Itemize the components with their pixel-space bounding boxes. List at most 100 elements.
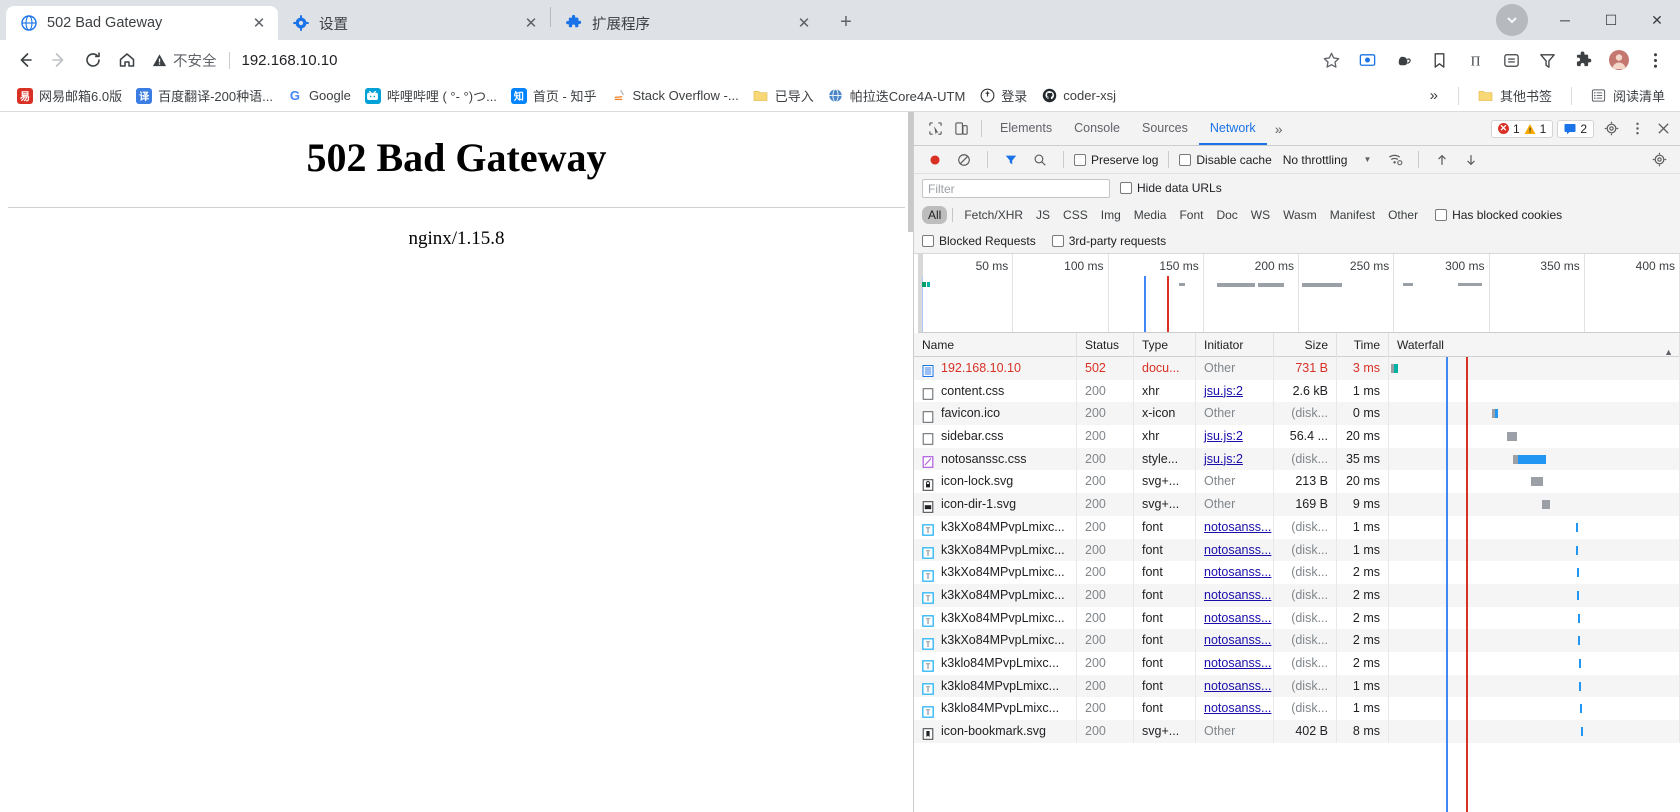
cell-name[interactable]: icon-lock.svg bbox=[914, 470, 1077, 494]
more-tabs-button[interactable]: » bbox=[1267, 121, 1291, 137]
close-devtools-icon[interactable] bbox=[1650, 116, 1676, 142]
cell-name[interactable]: Tk3kXo84MPvpLmixc... bbox=[914, 583, 1077, 607]
forward-button[interactable] bbox=[42, 43, 76, 77]
tab-network[interactable]: Network bbox=[1198, 112, 1267, 145]
network-settings-icon[interactable] bbox=[1646, 147, 1672, 173]
initiator-link[interactable]: notosanss... bbox=[1204, 543, 1271, 557]
cell-name[interactable]: sidebar.css bbox=[914, 425, 1077, 448]
back-button[interactable] bbox=[8, 43, 42, 77]
initiator-link[interactable]: jsu.js:2 bbox=[1204, 429, 1243, 443]
type-filter-img[interactable]: Img bbox=[1095, 206, 1127, 224]
browser-tab-0[interactable]: 502 Bad Gateway ✕ bbox=[6, 6, 278, 40]
profile-avatar-button[interactable] bbox=[1496, 4, 1528, 36]
cell-name[interactable]: Tk3kXo84MPvpLmixc... bbox=[914, 629, 1077, 652]
cell-initiator[interactable]: notosanss... bbox=[1196, 583, 1274, 607]
cell-name[interactable]: Tk3klo84MPvpLmixc... bbox=[914, 697, 1077, 720]
avatar-icon[interactable] bbox=[1602, 43, 1636, 77]
bookmark-item[interactable]: 帕拉迭Core4A-UTM bbox=[821, 83, 973, 108]
cell-initiator[interactable]: jsu.js:2 bbox=[1196, 425, 1274, 448]
column-header-status[interactable]: Status bbox=[1077, 333, 1134, 357]
bookmark-item[interactable]: 哔哩哔哩 ( °- °)つ... bbox=[358, 83, 504, 108]
type-filter-font[interactable]: Font bbox=[1173, 206, 1209, 224]
table-row[interactable]: sidebar.css 200 xhr jsu.js:2 56.4 ... 20 ms bbox=[914, 425, 1680, 448]
record-icon[interactable] bbox=[922, 147, 948, 173]
filter-icon[interactable] bbox=[998, 147, 1024, 173]
import-har-icon[interactable] bbox=[1429, 147, 1455, 173]
cell-initiator[interactable]: notosanss... bbox=[1196, 651, 1274, 675]
clear-icon[interactable] bbox=[951, 147, 977, 173]
cell-name[interactable]: icon-bookmark.svg bbox=[914, 720, 1077, 743]
browser-tab-1[interactable]: 设置 ✕ bbox=[278, 6, 550, 40]
close-window-button[interactable]: ✕ bbox=[1634, 0, 1680, 40]
cell-name[interactable]: icon-dir-1.svg bbox=[914, 493, 1077, 516]
cell-initiator[interactable]: jsu.js:2 bbox=[1196, 379, 1274, 403]
network-overview-timeline[interactable]: 50 ms 100 ms 150 ms 200 ms 250 ms 300 ms… bbox=[918, 254, 1680, 333]
table-row[interactable]: content.css 200 xhr jsu.js:2 2.6 kB 1 ms bbox=[914, 379, 1680, 403]
bookmark-item[interactable]: coder-xsj bbox=[1034, 85, 1123, 107]
inspect-element-icon[interactable] bbox=[922, 116, 948, 142]
type-filter-manifest[interactable]: Manifest bbox=[1324, 206, 1381, 224]
cell-name[interactable]: Tk3klo84MPvpLmixc... bbox=[914, 674, 1077, 698]
home-button[interactable] bbox=[110, 43, 144, 77]
cell-initiator[interactable]: notosanss... bbox=[1196, 629, 1274, 652]
cell-name[interactable]: Tk3klo84MPvpLmixc... bbox=[914, 651, 1077, 675]
initiator-link[interactable]: notosanss... bbox=[1204, 565, 1271, 579]
initiator-link[interactable]: notosanss... bbox=[1204, 656, 1271, 670]
table-row[interactable]: Tk3kXo84MPvpLmixc... 200 font notosanss...(… bbox=[914, 629, 1680, 652]
table-row[interactable]: icon-bookmark.svg 200 svg+... Other 402 B8 m… bbox=[914, 720, 1680, 743]
type-filter-doc[interactable]: Doc bbox=[1210, 206, 1243, 224]
column-header-initiator[interactable]: Initiator bbox=[1196, 333, 1274, 357]
bookmark-item[interactable]: 知 首页 - 知乎 bbox=[504, 83, 604, 108]
table-row[interactable]: Tk3kXo84MPvpLmixc... 200 font notosanss...(… bbox=[914, 606, 1680, 630]
type-filter-js[interactable]: JS bbox=[1030, 206, 1056, 224]
table-row[interactable]: icon-dir-1.svg 200 svg+... Other 169 B9 ms bbox=[914, 493, 1680, 516]
table-row[interactable]: Tk3kXo84MPvpLmixc... 200 font notosanss...(… bbox=[914, 538, 1680, 562]
more-vertical-icon[interactable] bbox=[1624, 116, 1650, 142]
table-row[interactable]: Tk3kXo84MPvpLmixc... 200 font notosanss...(… bbox=[914, 515, 1680, 539]
cell-initiator[interactable]: notosanss... bbox=[1196, 606, 1274, 630]
device-toolbar-icon[interactable] bbox=[948, 116, 974, 142]
cell-initiator[interactable]: notosanss... bbox=[1196, 538, 1274, 562]
not-secure-indicator[interactable]: 不安全 bbox=[152, 50, 217, 71]
type-filter-other[interactable]: Other bbox=[1382, 206, 1424, 224]
bookmark-item[interactable]: 登录 bbox=[972, 83, 1034, 108]
bookmark-item[interactable]: 已导入 bbox=[746, 83, 821, 108]
third-party-requests-checkbox[interactable]: 3rd-party requests bbox=[1051, 234, 1166, 248]
table-row[interactable]: Tk3kXo84MPvpLmixc... 200 font notosanss...(… bbox=[914, 583, 1680, 607]
column-header-type[interactable]: Type bbox=[1134, 333, 1196, 357]
maximize-button[interactable]: ☐ bbox=[1588, 0, 1634, 40]
tab-sources[interactable]: Sources bbox=[1131, 112, 1199, 145]
bookmark-star-icon[interactable] bbox=[1314, 43, 1348, 77]
cell-name[interactable]: Tk3kXo84MPvpLmixc... bbox=[914, 515, 1077, 539]
throttling-dropdown[interactable]: No throttling ▼ bbox=[1283, 153, 1372, 167]
cell-name[interactable]: Tk3kXo84MPvpLmixc... bbox=[914, 561, 1077, 584]
table-row[interactable]: 192.168.10.10 502 docu... Other 731 B3 ms bbox=[914, 357, 1680, 380]
initiator-link[interactable]: notosanss... bbox=[1204, 588, 1271, 602]
page-scrollbar[interactable] bbox=[908, 112, 913, 232]
address-bar[interactable]: 不安全 192.168.10.10 bbox=[152, 45, 1306, 75]
menu-icon[interactable] bbox=[1638, 43, 1672, 77]
hide-data-urls-checkbox[interactable]: Hide data URLs bbox=[1120, 181, 1222, 195]
search-icon[interactable] bbox=[1027, 147, 1053, 173]
type-filter-ws[interactable]: WS bbox=[1245, 206, 1276, 224]
tab-console[interactable]: Console bbox=[1063, 112, 1131, 145]
bookmark-item[interactable]: Stack Overflow -... bbox=[603, 85, 745, 107]
cell-name[interactable]: Tk3kXo84MPvpLmixc... bbox=[914, 606, 1077, 630]
blocked-requests-checkbox[interactable]: Blocked Requests bbox=[922, 234, 1036, 248]
puzzle-extensions-icon[interactable] bbox=[1566, 43, 1600, 77]
minimize-button[interactable]: ─ bbox=[1542, 0, 1588, 40]
table-row[interactable]: icon-lock.svg 200 svg+... Other 213 B 20 ms bbox=[914, 470, 1680, 494]
cell-initiator[interactable]: jsu.js:2 bbox=[1196, 447, 1274, 471]
new-tab-button[interactable]: + bbox=[831, 7, 861, 37]
cell-initiator[interactable]: notosanss... bbox=[1196, 561, 1274, 584]
cell-name[interactable]: favicon.ico bbox=[914, 402, 1077, 426]
type-filter-css[interactable]: CSS bbox=[1057, 206, 1094, 224]
type-filter-media[interactable]: Media bbox=[1128, 206, 1173, 224]
messages-badge[interactable]: 2 bbox=[1557, 119, 1594, 138]
cell-name[interactable]: Tk3kXo84MPvpLmixc... bbox=[914, 538, 1077, 562]
table-row[interactable]: Tk3kXo84MPvpLmixc... 200 font notosanss...(… bbox=[914, 561, 1680, 584]
bookmark-icon[interactable] bbox=[1422, 43, 1456, 77]
bookmark-item[interactable]: 译 百度翻译-200种语... bbox=[129, 83, 280, 108]
tab-close-button[interactable]: ✕ bbox=[795, 14, 813, 32]
column-header-size[interactable]: Size bbox=[1274, 333, 1337, 357]
